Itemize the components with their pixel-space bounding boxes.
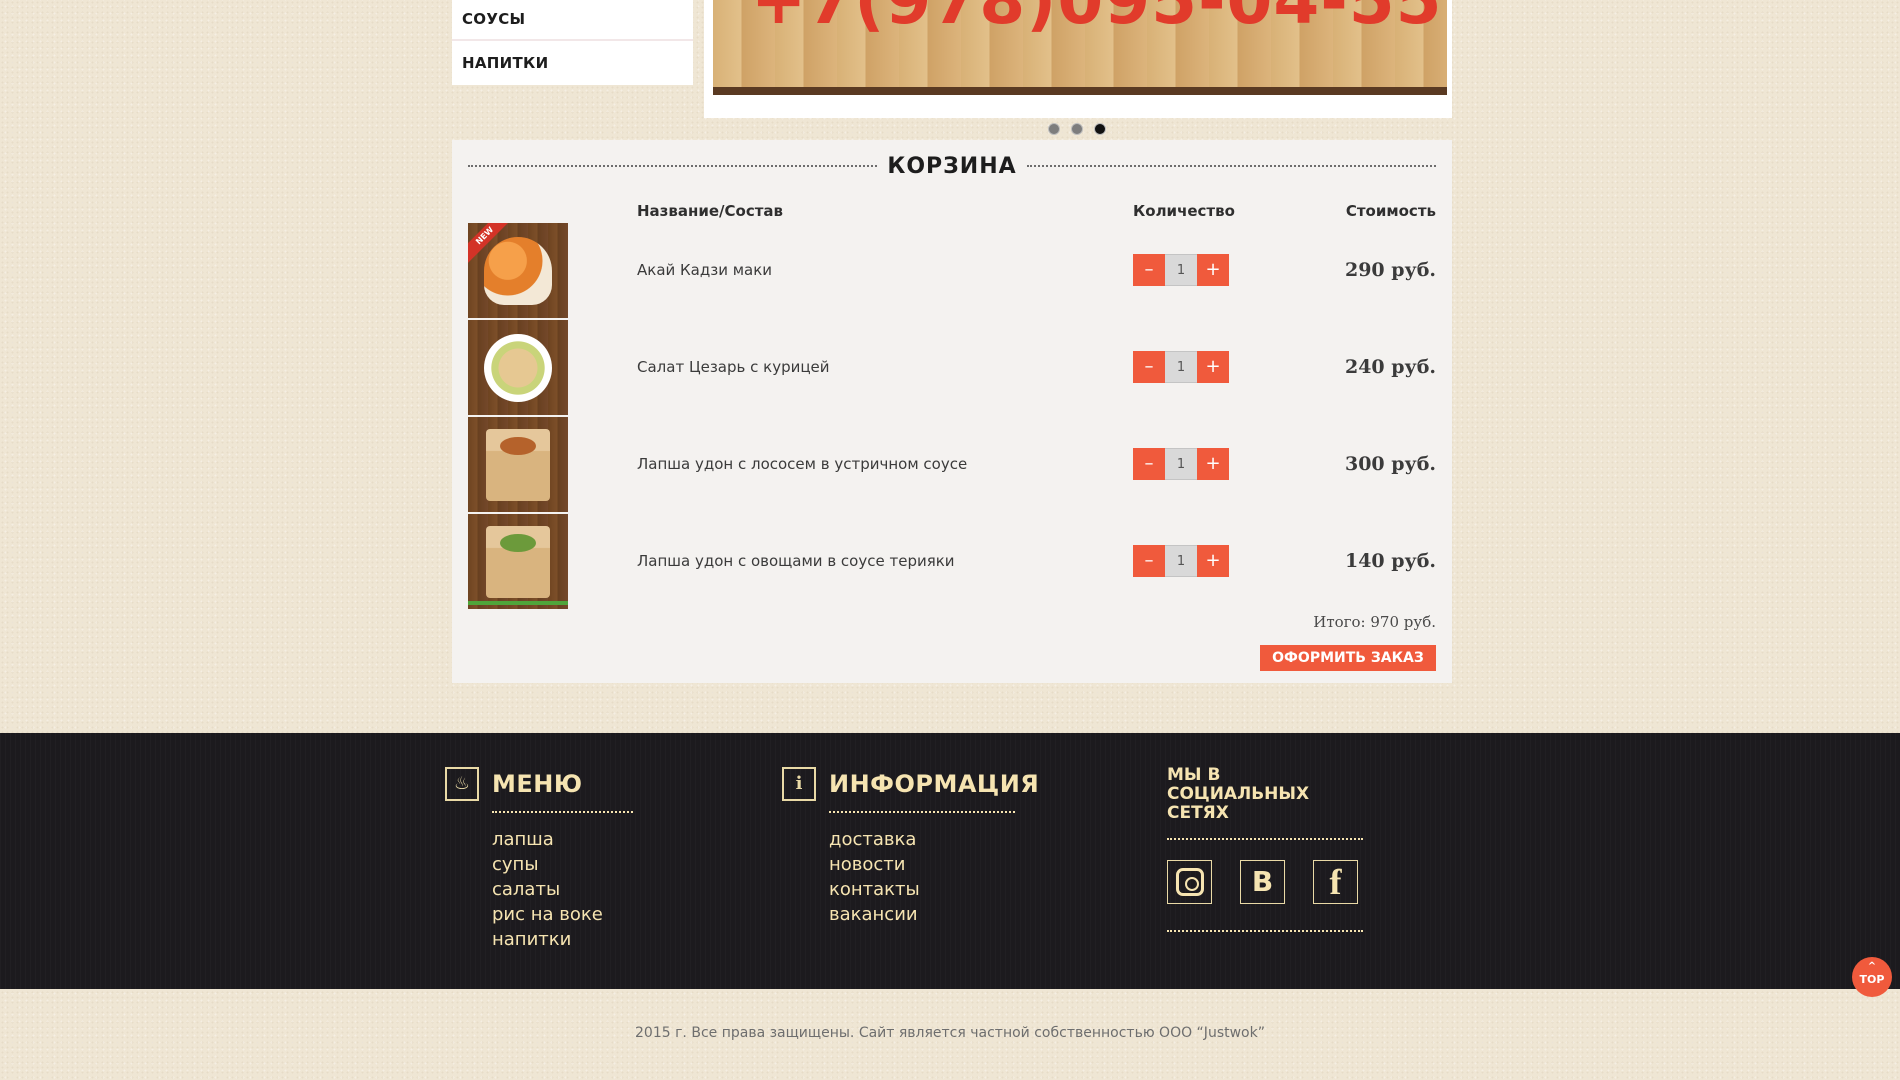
product-name[interactable]: Лапша удон с лососем в устричном соусе [637, 417, 967, 512]
cart-row: Салат Цезарь с курицей – 1 + 240 руб. [468, 320, 1436, 415]
product-photo [486, 526, 550, 598]
divider [1026, 165, 1437, 167]
footer-link-delivery[interactable]: доставка [829, 827, 1039, 852]
category-menu: соусы напитки [452, 0, 693, 85]
footer-link-vacancies[interactable]: вакансии [829, 902, 1039, 927]
quantity-stepper: – 1 + [1133, 351, 1229, 383]
slider-dot-3[interactable] [1094, 123, 1106, 135]
arrow-up-icon: ^ [1867, 961, 1877, 972]
footer-social-column: МЫ В СОЦИАЛЬНЫХ СЕТЯХ B f [1167, 765, 1367, 932]
product-image[interactable] [468, 417, 568, 512]
product-price: 300 руб. [1344, 453, 1436, 475]
product-price: 140 руб. [1344, 550, 1436, 572]
cart-row: Лапша удон с овощами в соусе терияки – 1… [468, 514, 1436, 609]
product-image[interactable]: NEW [468, 223, 568, 318]
quantity-value[interactable]: 1 [1165, 351, 1197, 383]
column-header-name: Название/Состав [637, 202, 784, 220]
checkout-button[interactable]: оформить заказ [1260, 645, 1436, 671]
footer-info-title: ИНФОРМАЦИЯ [829, 770, 1040, 798]
footer-link-noodles[interactable]: лапша [492, 827, 633, 852]
footer-link-salads[interactable]: салаты [492, 877, 633, 902]
cart-row: Лапша удон с лососем в устричном соусе –… [468, 417, 1436, 512]
quantity-stepper: – 1 + [1133, 254, 1229, 286]
scroll-to-top-button[interactable]: ^ TOP [1852, 957, 1892, 997]
chef-hat-icon: ♨ [445, 767, 479, 801]
instagram-icon[interactable] [1167, 860, 1212, 904]
social-title: МЫ В СОЦИАЛЬНЫХ СЕТЯХ [1167, 765, 1310, 823]
cart-total: Итого: 970 руб. [1313, 613, 1436, 631]
quantity-value[interactable]: 1 [1165, 254, 1197, 286]
info-icon: i [782, 767, 816, 801]
banner-phone: +7(978)095-04-55 [751, 0, 1443, 39]
slider-dot-2[interactable] [1071, 123, 1083, 135]
footer-menu-title: МЕНЮ [492, 770, 583, 798]
footer-link-drinks[interactable]: напитки [492, 927, 633, 952]
decrease-button[interactable]: – [1133, 545, 1165, 577]
divider [1167, 930, 1363, 932]
increase-button[interactable]: + [1197, 448, 1229, 480]
scroll-to-top-label: TOP [1859, 973, 1885, 986]
footer-link-contacts[interactable]: контакты [829, 877, 1039, 902]
footer-link-soups[interactable]: супы [492, 852, 633, 877]
quantity-value[interactable]: 1 [1165, 448, 1197, 480]
banner-slider: +7(978)095-04-55 [704, 0, 1452, 118]
decrease-button[interactable]: – [1133, 351, 1165, 383]
product-name[interactable]: Акай Кадзи маки [637, 223, 772, 318]
quantity-stepper: – 1 + [1133, 545, 1229, 577]
increase-button[interactable]: + [1197, 254, 1229, 286]
cart-title: КОРЗИНА [887, 153, 1017, 179]
menu-item-sauces[interactable]: соусы [452, 0, 693, 41]
social-links: B f [1167, 860, 1367, 904]
cart-heading: КОРЗИНА [468, 152, 1437, 180]
menu-item-drinks[interactable]: напитки [452, 41, 693, 85]
quantity-stepper: – 1 + [1133, 448, 1229, 480]
product-price: 240 руб. [1344, 356, 1436, 378]
slider-pagination [1048, 123, 1106, 135]
product-price: 290 руб. [1344, 259, 1436, 281]
facebook-icon[interactable]: f [1313, 860, 1358, 904]
column-header-cost: Стоимость [1345, 202, 1436, 220]
site-footer: ♨ МЕНЮ лапша супы салаты рис на воке нап… [0, 733, 1900, 989]
footer-info-heading: i ИНФОРМАЦИЯ [782, 767, 1039, 801]
footer-menu-column: ♨ МЕНЮ лапша супы салаты рис на воке нап… [445, 767, 633, 952]
divider [492, 811, 633, 813]
cart-panel: КОРЗИНА Название/Состав Количество Стоим… [452, 140, 1452, 683]
footer-menu-heading: ♨ МЕНЮ [445, 767, 633, 801]
product-image[interactable] [468, 320, 568, 415]
veggie-strip [468, 601, 568, 605]
increase-button[interactable]: + [1197, 351, 1229, 383]
banner-image[interactable]: +7(978)095-04-55 [713, 0, 1447, 95]
product-photo [486, 429, 550, 501]
increase-button[interactable]: + [1197, 545, 1229, 577]
slider-dot-1[interactable] [1048, 123, 1060, 135]
footer-info-column: i ИНФОРМАЦИЯ доставка новости контакты в… [782, 767, 1039, 927]
product-name[interactable]: Салат Цезарь с курицей [637, 320, 830, 415]
footer-menu-links: лапша супы салаты рис на воке напитки [492, 827, 633, 952]
decrease-button[interactable]: – [1133, 254, 1165, 286]
divider [1167, 838, 1363, 840]
footer-link-wok-rice[interactable]: рис на воке [492, 902, 633, 927]
decrease-button[interactable]: – [1133, 448, 1165, 480]
product-photo [484, 237, 552, 305]
product-photo [484, 334, 552, 402]
vk-icon[interactable]: B [1240, 860, 1285, 904]
column-header-quantity: Количество [1133, 202, 1235, 220]
product-name[interactable]: Лапша удон с овощами в соусе терияки [637, 514, 955, 609]
copyright-text: 2015 г. Все права защищены. Сайт являетс… [635, 1025, 1265, 1041]
footer-info-links: доставка новости контакты вакансии [829, 827, 1039, 927]
quantity-value[interactable]: 1 [1165, 545, 1197, 577]
cart-row: NEW Акай Кадзи маки – 1 + 290 руб. [468, 223, 1436, 318]
divider [468, 165, 878, 167]
product-image[interactable] [468, 514, 568, 609]
footer-link-news[interactable]: новости [829, 852, 1039, 877]
divider [829, 811, 1015, 813]
